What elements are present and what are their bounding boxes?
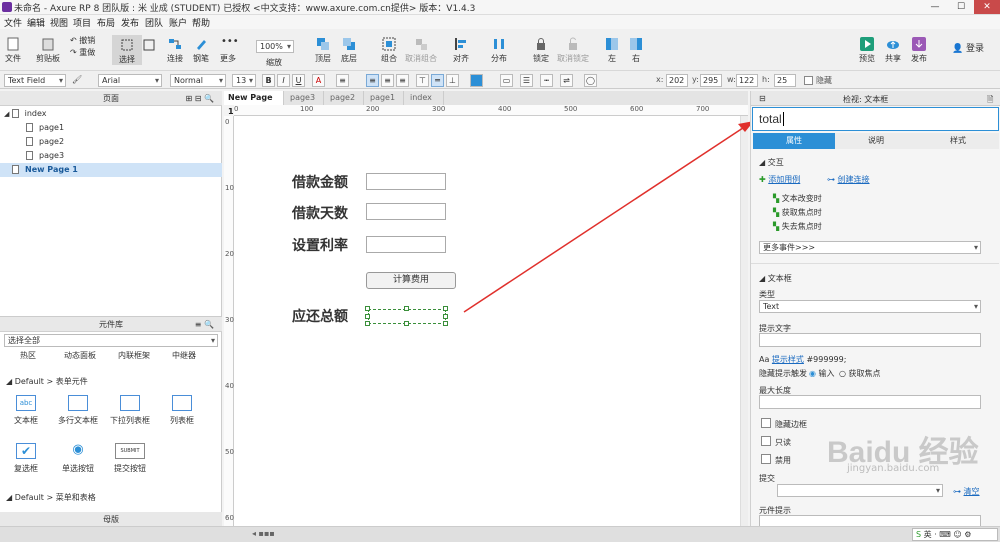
radio-checked-icon: ◉ — [809, 369, 816, 378]
hide-border-label: 隐藏边框 — [775, 420, 807, 429]
submit-button-label: 提交 — [759, 474, 775, 483]
text-cursor — [782, 112, 784, 126]
hint-style-link[interactable]: Aa 提示样式 #999999; — [759, 354, 846, 365]
disabled-checkbox[interactable] — [761, 454, 771, 464]
radio-focus-label: 获取焦点 — [848, 369, 881, 378]
link-icon: ⊶ — [953, 487, 961, 496]
widget-name-field[interactable]: total — [752, 107, 999, 131]
event-icon: ▚ — [773, 194, 780, 203]
readonly-label: 只读 — [775, 438, 791, 447]
create-link-button[interactable]: ⊶ 创建连接 — [827, 174, 870, 185]
radio-unchecked-icon: ○ — [839, 369, 846, 378]
event-label: 失去焦点时 — [781, 222, 822, 231]
tab-style[interactable]: 样式 — [917, 133, 999, 149]
inspector-header: ⊟ 检视: 文本框 🗎 — [751, 91, 1000, 106]
clear-label: 清空 — [963, 487, 980, 496]
pin-icon[interactable]: ⊟ — [759, 94, 766, 103]
readonly-checkbox[interactable] — [761, 436, 771, 446]
clear-link[interactable]: ⊶ 清空 — [953, 486, 980, 497]
event-blur[interactable]: ▚ 失去焦点时 — [773, 221, 822, 232]
add-case-label: 添加用例 — [768, 175, 801, 184]
hint-color-value: #999999; — [806, 355, 847, 364]
event-label: 文本改变时 — [781, 194, 822, 203]
notes-icon[interactable]: 🗎 — [987, 94, 993, 108]
link-icon: ⊶ — [827, 175, 835, 184]
hint-text-input[interactable] — [759, 333, 981, 347]
canvas-scroll-grip[interactable]: ◂ ▪▪▪ — [252, 529, 275, 538]
hide-hint-label: 隐藏提示触发 — [759, 369, 807, 378]
hide-border-checkbox[interactable] — [761, 418, 771, 428]
textbox-section-label: 文本框 — [767, 274, 792, 283]
tab-properties[interactable]: 属性 — [753, 133, 835, 149]
create-link-label: 创建连接 — [837, 175, 870, 184]
tab-notes[interactable]: 说明 — [835, 133, 917, 149]
interaction-section-header[interactable]: ◢ 交互 — [759, 157, 784, 168]
add-case-link[interactable]: ✚ 添加用例 — [759, 174, 800, 185]
ime-toolbar[interactable]: S 英 · ⌨ ☺ ⚙ — [912, 528, 998, 541]
inspector-panel: ⊟ 检视: 文本框 🗎 total 属性 说明 样式 ◢ 交互 ✚ 添加用例 ⊶… — [750, 91, 1000, 542]
font-icon: Aa — [759, 355, 770, 364]
event-label: 获取焦点时 — [781, 208, 822, 217]
radio-input-label: 输入 — [818, 369, 835, 378]
submit-button-select[interactable] — [777, 484, 943, 497]
inspector-title: 检视: 文本框 — [843, 95, 889, 104]
event-icon: ▚ — [773, 222, 780, 231]
radio-input[interactable]: ◉ 输入 — [809, 368, 835, 379]
event-text-changed[interactable]: ▚ 文本改变时 — [773, 193, 822, 204]
type-select[interactable]: Text — [759, 300, 981, 313]
widget-name-value: total — [759, 112, 782, 126]
event-icon: ▚ — [773, 208, 780, 217]
plus-icon: ✚ — [759, 175, 766, 184]
interaction-label: 交互 — [767, 158, 784, 167]
disabled-label: 禁用 — [775, 456, 791, 465]
max-length-input[interactable] — [759, 395, 981, 409]
hint-style-label: 提示样式 — [771, 355, 804, 364]
status-bar: ◂ ▪▪▪ S 英 · ⌨ ☺ ⚙ — [0, 526, 1000, 542]
type-label: 类型 — [759, 290, 775, 299]
baidu-watermark-url: jingyan.baidu.com — [847, 463, 940, 474]
sogou-icon: S — [916, 530, 922, 539]
divider — [751, 263, 999, 264]
event-focus[interactable]: ▚ 获取焦点时 — [773, 207, 822, 218]
radio-focus[interactable]: ○ 获取焦点 — [839, 368, 881, 379]
textbox-section-header[interactable]: ◢ 文本框 — [759, 273, 792, 284]
more-events-select[interactable]: 更多事件>>> — [759, 241, 981, 254]
